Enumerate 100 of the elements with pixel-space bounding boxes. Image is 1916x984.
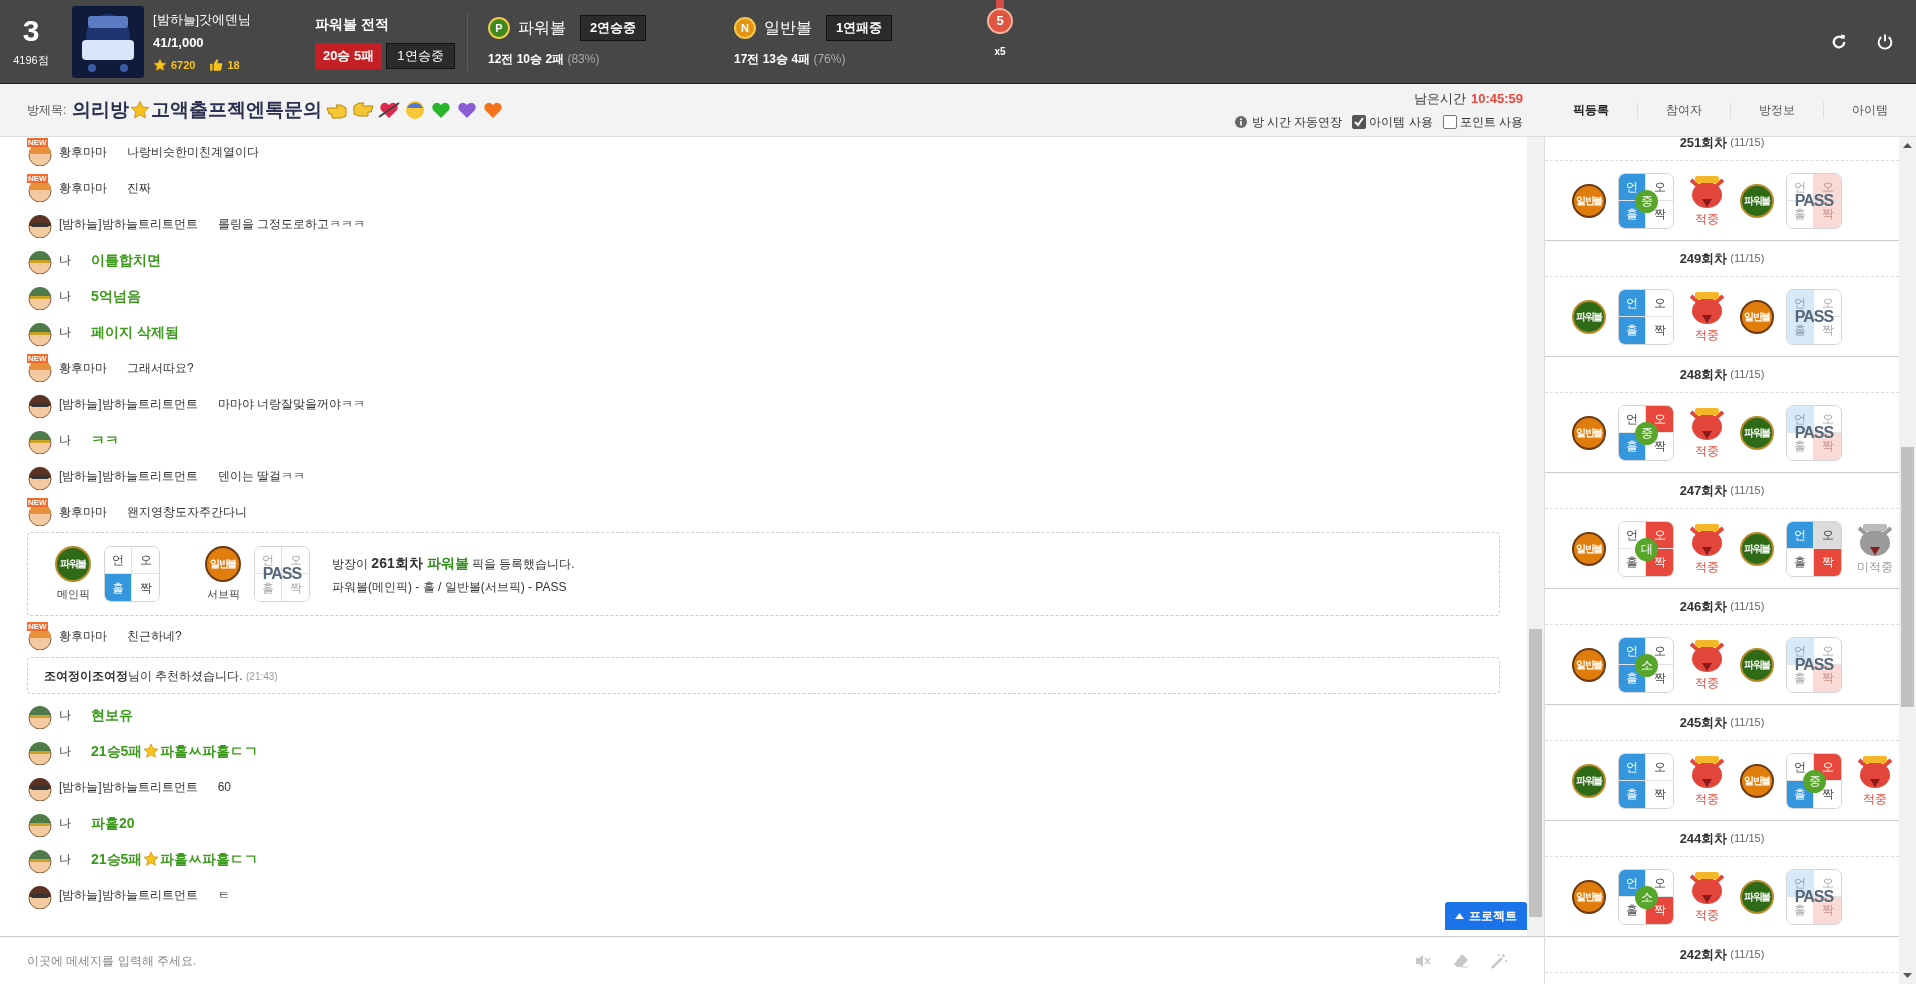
scrollbar[interactable]: [1899, 137, 1916, 984]
tab[interactable]: 방정보: [1731, 97, 1823, 123]
user-name: 나: [59, 707, 71, 724]
devil-icon: [1687, 289, 1727, 326]
round-title: 247회차: [1679, 481, 1728, 500]
round-title: 244회차: [1679, 829, 1728, 848]
user-name: [밤하늘]밤하늘트리트먼트: [59, 468, 198, 485]
round-count: (11/15): [1730, 251, 1765, 267]
record-badge: 20승 5패: [315, 43, 383, 69]
message-text: ㅋㅋ: [91, 430, 119, 450]
grid-cell: 오: [1646, 753, 1673, 781]
message-text: 파홀20: [91, 813, 135, 833]
star-points: 6720: [171, 57, 196, 73]
result-label: 적중: [1695, 210, 1719, 228]
message-text: 파홀ㅆ파홀ㄷㄱ: [160, 849, 259, 869]
devil-icon: [1687, 753, 1727, 790]
tab[interactable]: 픽등록: [1545, 97, 1637, 123]
scroll-up-icon[interactable]: [1903, 143, 1912, 148]
result-label: 적중: [1695, 326, 1719, 344]
checkbox[interactable]: [1442, 114, 1457, 129]
message-text: 나랑비슷한미친계열이다: [127, 144, 259, 161]
tab[interactable]: 아이템: [1824, 97, 1916, 123]
new-badge: NEW: [27, 174, 48, 183]
devil-icon: [1687, 405, 1727, 442]
tab[interactable]: 참여자: [1638, 97, 1730, 123]
devil-icon: [1687, 869, 1727, 906]
round-title: 248회차: [1679, 365, 1728, 384]
project-button[interactable]: 프로젝트: [1445, 902, 1527, 930]
message-text: 진짜: [127, 180, 151, 197]
ball-badge: 일반볼: [1572, 183, 1606, 218]
streak-badge: 2연승중: [580, 15, 647, 41]
grid-cell: 언: [105, 547, 132, 574]
message-input[interactable]: 이곳에 메세지를 입력해 주세요.: [27, 951, 1415, 970]
rank-number: 3: [22, 14, 40, 49]
ball-badge: 파워볼: [1572, 763, 1606, 798]
result-label: 미적중: [1857, 558, 1893, 576]
grid-cell: 오: [1646, 289, 1673, 317]
pass-label: PASS: [1794, 890, 1834, 903]
ball-badge: 일반볼: [1572, 415, 1606, 450]
pass-label: PASS: [1794, 310, 1834, 323]
result-label: 적중: [1695, 790, 1719, 808]
message-text: 60: [217, 779, 232, 796]
grid-cell: 오: [1814, 521, 1841, 549]
new-badge: NEW: [27, 138, 48, 147]
user-name: 나: [59, 288, 71, 305]
result-label: 적중: [1695, 442, 1719, 460]
scrollbar-thumb[interactable]: [1529, 629, 1542, 917]
power-icon[interactable]: [1876, 32, 1894, 51]
notice-text: 조여정이조여정님이 추천하셨습니다. (21:43): [44, 667, 278, 685]
round-title: 245회차: [1679, 713, 1728, 732]
new-badge: NEW: [27, 622, 48, 631]
user-name: 나: [59, 851, 71, 868]
room-title: 고액출프젝엔톡문의: [151, 97, 323, 122]
eraser-icon[interactable]: [1453, 952, 1469, 969]
heart-arrow-icon: [378, 100, 401, 120]
message-text: 마마야 너랑잘맞을꺼야ㅋㅋ: [217, 396, 365, 413]
round-count: (11/15): [1730, 831, 1765, 847]
user-score: 41/1,000: [153, 34, 205, 53]
scroll-down-icon[interactable]: [1903, 973, 1912, 978]
new-badge: NEW: [27, 354, 48, 363]
room-label: 방제목:: [27, 102, 67, 119]
star-icon: [130, 100, 151, 120]
star-icon: [143, 851, 160, 867]
message-text: 파홀ㅆ파홀ㄷㄱ: [160, 741, 259, 761]
user-name: 나: [59, 324, 71, 341]
message-text: 친근하네?: [127, 628, 182, 645]
ball-badge: 파워볼: [1740, 879, 1774, 914]
user-name: 황후마마: [59, 628, 107, 645]
round-count: (11/15): [1730, 715, 1765, 731]
ball-badge: 일반볼: [1572, 879, 1606, 914]
pick-caption: 서브픽: [206, 586, 240, 602]
game-name: 파워볼: [518, 18, 566, 38]
scrollbar-thumb[interactable]: [1901, 447, 1914, 707]
streak-badge: 1연패중: [826, 15, 893, 41]
message-text: ㅌ: [217, 887, 230, 904]
message-text: 21승5패: [91, 849, 143, 869]
pick-summary-text: 파워볼(메인픽) - 홀 / 일반볼(서브픽) - PASS: [332, 578, 568, 596]
grid-cell: 언: [1619, 753, 1646, 781]
user-name: 나: [59, 432, 71, 449]
user-name: [밤하늘]밤하늘트리트먼트: [59, 887, 198, 904]
mute-icon[interactable]: [1415, 952, 1431, 969]
refresh-icon[interactable]: [1830, 32, 1848, 51]
pick-notice-text: 방장이 261회차 파워볼 픽을 등록했습니다.: [332, 553, 575, 573]
round-count: (11/15): [1730, 483, 1765, 499]
magic-wand-icon[interactable]: [1491, 952, 1507, 969]
grid-cell: 오: [132, 547, 159, 574]
checkbox-label[interactable]: 아이템 사용: [1369, 112, 1433, 131]
user-name: 황후마마: [59, 360, 107, 377]
scrollbar[interactable]: [1527, 137, 1544, 936]
user-name: 나: [59, 252, 71, 269]
checkbox-label[interactable]: 포인트 사용: [1459, 112, 1523, 131]
checkbox[interactable]: [1352, 114, 1367, 129]
devil-icon: [1687, 521, 1727, 558]
user-name: 황후마마: [59, 144, 107, 161]
result-label: 적중: [1695, 906, 1719, 924]
heart-icon: [456, 100, 479, 120]
ball-badge: 일반볼: [1572, 647, 1606, 682]
user-name: [밤하늘]밤하늘트리트먼트: [59, 779, 198, 796]
ball-badge: 파워볼: [1740, 531, 1774, 566]
message-text: 이틀합치면: [91, 250, 161, 270]
